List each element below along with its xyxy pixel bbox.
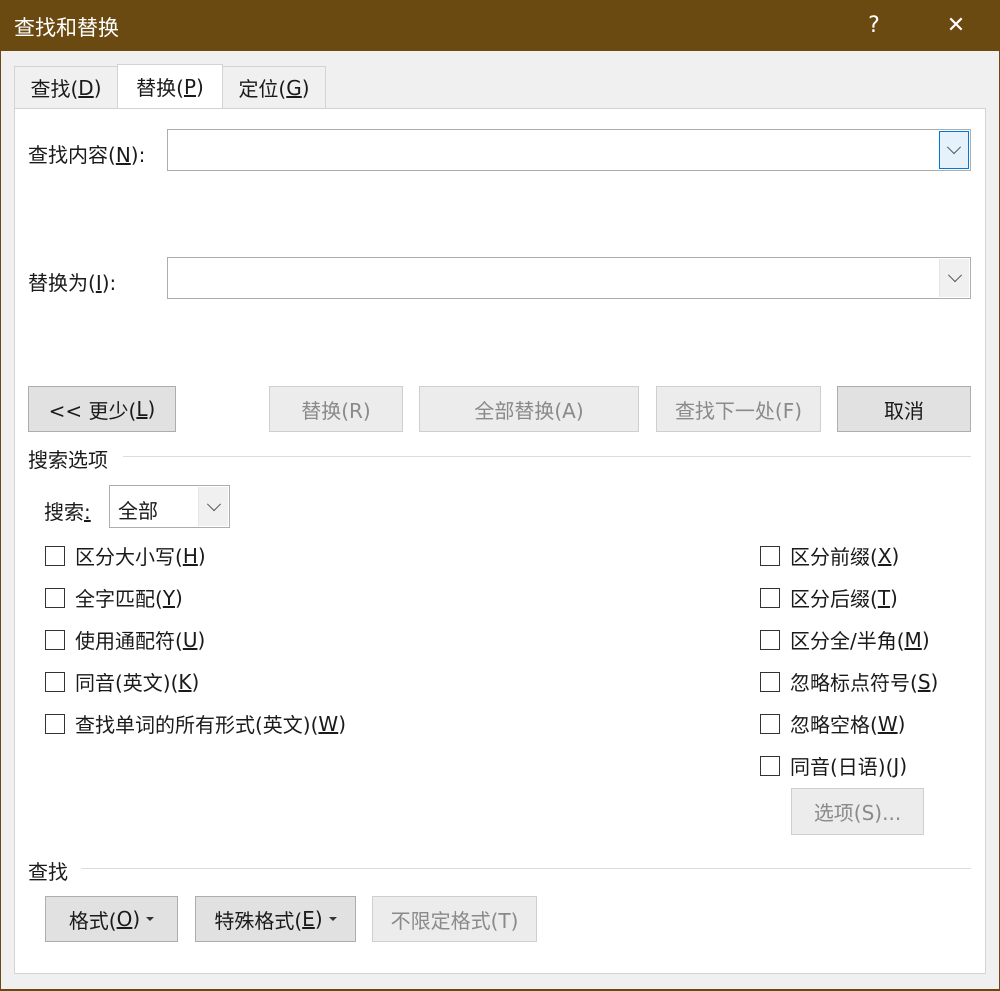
checkbox-wildcards[interactable]: 使用通配符(U): [45, 625, 205, 654]
help-icon: ?: [868, 13, 880, 38]
group-divider: [123, 456, 971, 457]
window-title: 查找和替换: [14, 16, 119, 40]
group-divider: [81, 868, 971, 869]
chevron-down-icon: [206, 496, 221, 511]
replace-with-combobox[interactable]: [167, 257, 971, 299]
find-group-label: 查找: [28, 860, 68, 884]
less-button[interactable]: << 更少(L): [28, 386, 176, 432]
tab-replace[interactable]: 替换(P): [117, 64, 223, 108]
checkbox-sounds-like-english[interactable]: 同音(英文)(K): [45, 667, 199, 696]
find-next-button[interactable]: 查找下一处(F): [656, 386, 821, 432]
checkbox-box[interactable]: [760, 671, 780, 692]
search-direction-select[interactable]: 全部: [109, 485, 230, 528]
chevron-down-icon: [946, 140, 962, 155]
replace-with-dropdown-button[interactable]: [939, 259, 969, 297]
tab-find[interactable]: 查找(D): [14, 66, 118, 108]
no-formatting-button[interactable]: 不限定格式(T): [372, 896, 537, 942]
replace-all-button[interactable]: 全部替换(A): [419, 386, 639, 432]
replace-button[interactable]: 替换(R): [269, 386, 403, 432]
checkbox-box[interactable]: [760, 587, 780, 608]
checkbox-box[interactable]: [760, 713, 780, 734]
chevron-down-icon: [947, 268, 962, 283]
checkbox-match-case[interactable]: 区分大小写(H): [45, 541, 206, 570]
checkbox-box[interactable]: [45, 587, 65, 608]
checkbox-box[interactable]: [45, 629, 65, 650]
checkbox-box[interactable]: [45, 545, 65, 566]
title-bar: 查找和替换 ? ✕: [0, 0, 1000, 51]
checkbox-ignore-whitespace[interactable]: 忽略空格(W): [760, 709, 905, 738]
checkbox-box[interactable]: [760, 629, 780, 650]
help-button[interactable]: ?: [842, 0, 906, 51]
dropdown-caret-icon: [146, 917, 155, 921]
checkbox-box[interactable]: [760, 755, 780, 776]
checkbox-box[interactable]: [45, 671, 65, 692]
format-button[interactable]: 格式(O): [45, 896, 178, 942]
replace-with-input[interactable]: [172, 262, 936, 296]
checkbox-ignore-punctuation[interactable]: 忽略标点符号(S): [760, 667, 938, 696]
dropdown-caret-icon: [328, 917, 337, 921]
search-direction-value: 全部: [118, 499, 158, 523]
replace-with-label: 替换为(I):: [28, 271, 117, 295]
close-button[interactable]: ✕: [924, 0, 988, 51]
dialog-body: 查找(D) 替换(P) 定位(G) 查找内容(N): 替换为(I): << 更少…: [1, 51, 999, 989]
checkbox-whole-word[interactable]: 全字匹配(Y): [45, 583, 183, 612]
checkbox-sounds-like-japanese[interactable]: 同音(日语)(J): [760, 751, 907, 780]
close-icon: ✕: [946, 13, 966, 38]
search-direction-dropdown-button[interactable]: [198, 487, 228, 526]
checkbox-match-prefix[interactable]: 区分前缀(X): [760, 541, 899, 570]
checkbox-box[interactable]: [760, 545, 780, 566]
cancel-button[interactable]: 取消: [837, 386, 971, 432]
checkbox-match-suffix[interactable]: 区分后缀(T): [760, 583, 898, 612]
checkbox-all-word-forms[interactable]: 查找单词的所有形式(英文)(W): [45, 709, 346, 738]
special-button[interactable]: 特殊格式(E): [195, 896, 356, 942]
search-direction-label: 搜索:: [44, 500, 91, 524]
find-what-combobox[interactable]: [167, 129, 971, 171]
find-what-dropdown-button[interactable]: [939, 131, 969, 169]
checkbox-match-width[interactable]: 区分全/半角(M): [760, 625, 930, 654]
checkbox-box[interactable]: [45, 713, 65, 734]
tab-goto[interactable]: 定位(G): [222, 66, 326, 108]
search-options-group-label: 搜索选项: [28, 448, 108, 472]
options-button[interactable]: 选项(S)...: [791, 788, 924, 835]
find-what-label: 查找内容(N):: [28, 143, 146, 167]
find-what-input[interactable]: [172, 134, 936, 168]
